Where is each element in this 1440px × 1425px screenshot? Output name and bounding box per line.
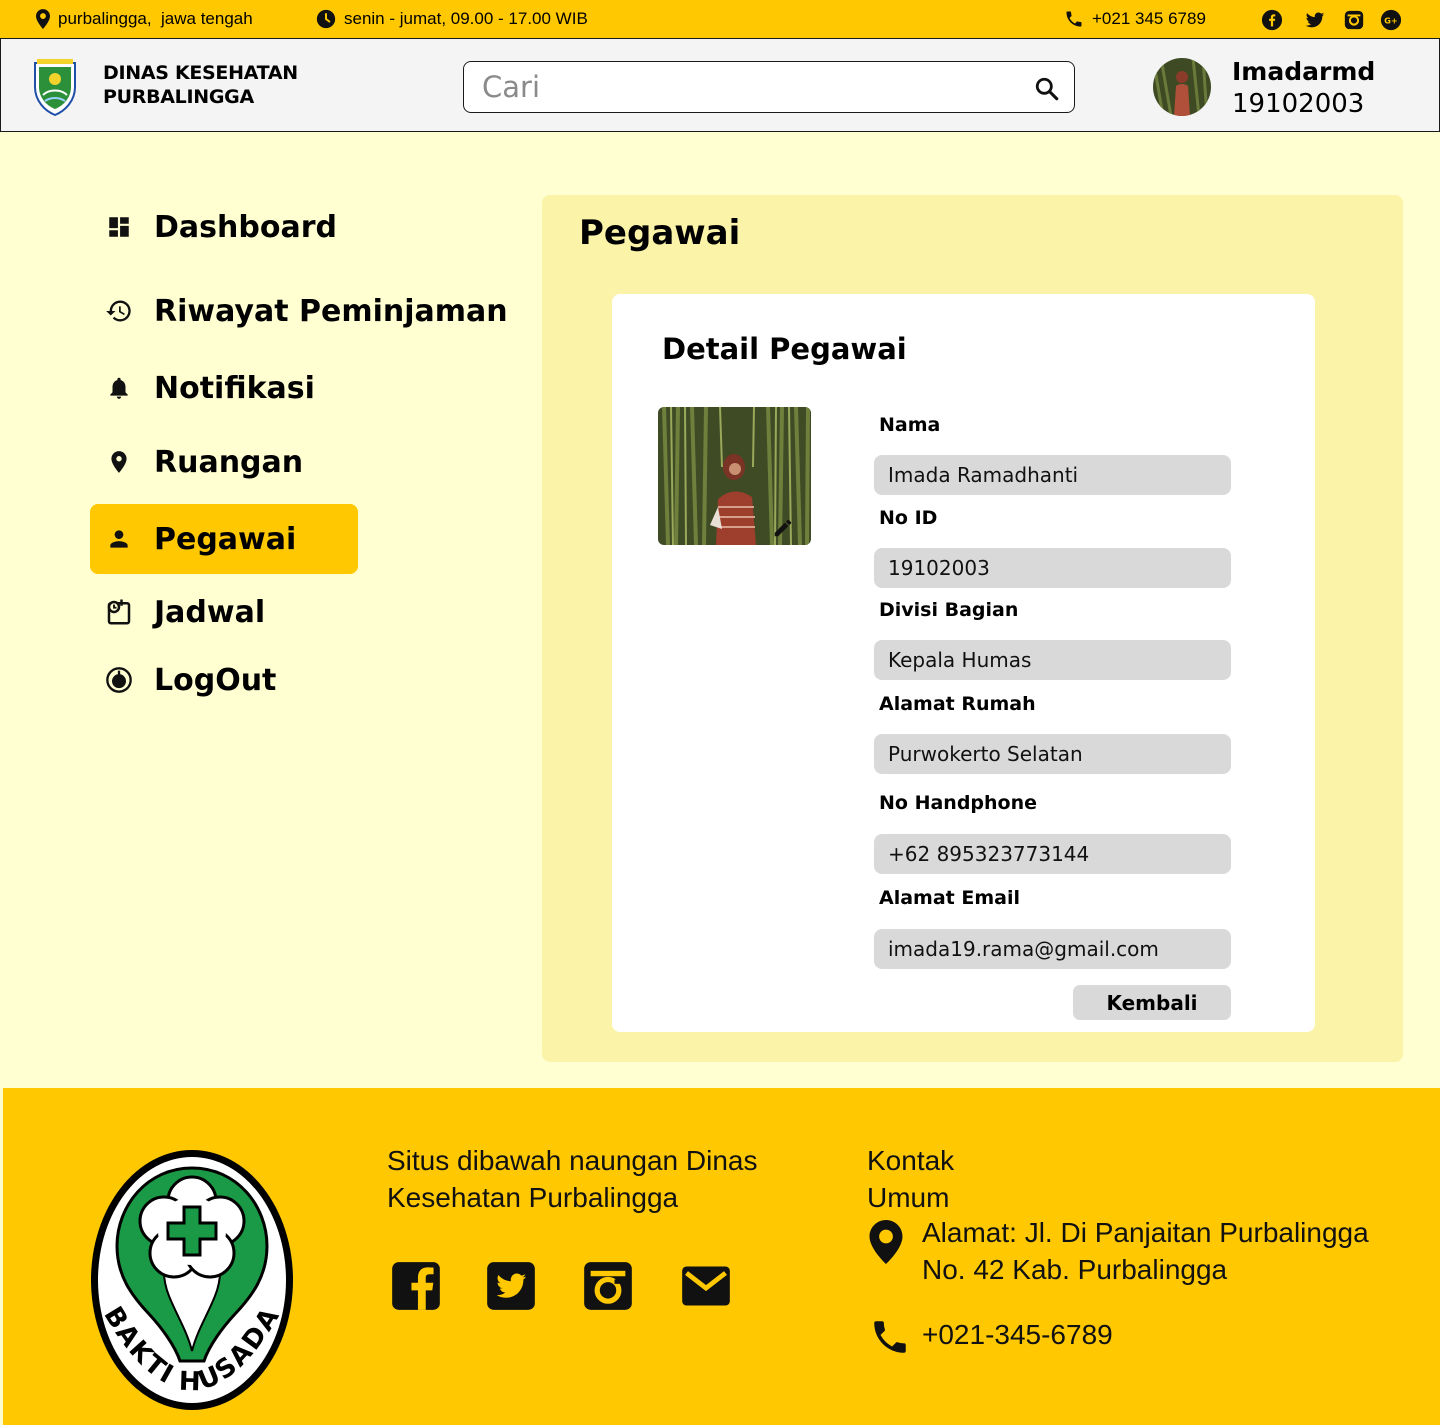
user-avatar[interactable] — [1153, 58, 1211, 116]
agency-name: DINAS KESEHATAN PURBALINGGA — [103, 61, 298, 109]
email-icon[interactable] — [680, 1260, 732, 1312]
sidebar-item-label: Notifikasi — [154, 370, 315, 406]
address-text: Alamat: Jl. Di Panjaitan Purbalingga No.… — [922, 1214, 1369, 1288]
field-label-nama: Nama — [879, 414, 941, 436]
location-text: purbalingga, jawa tengah — [58, 9, 253, 28]
user-id: 19102003 — [1232, 89, 1365, 119]
twitter-icon[interactable] — [1304, 9, 1326, 31]
employee-photo[interactable] — [658, 407, 811, 545]
about-line1: Situs dibawah naungan Dinas — [387, 1145, 758, 1176]
search-box — [463, 61, 1075, 113]
sidebar-item-pegawai[interactable]: Pegawai — [90, 504, 358, 574]
header: DINAS KESEHATAN PURBALINGGA Imadarmd 191… — [0, 39, 1440, 132]
sidebar-item-label: Riwayat Peminjaman — [154, 293, 508, 329]
field-label-no-handphone: No Handphone — [879, 792, 1038, 814]
location-pin-icon — [104, 447, 134, 477]
bakti-husada-emblem: BAKTI HUSADA — [91, 1150, 293, 1410]
google-plus-icon[interactable]: G+ — [1380, 9, 1402, 31]
sidebar-item-label: LogOut — [154, 662, 277, 698]
field-label-alamat-rumah: Alamat Rumah — [879, 693, 1036, 715]
footer: BAKTI HUSADA Situs dibawah naungan Dinas… — [3, 1088, 1440, 1425]
sidebar-item-label: Jadwal — [154, 594, 266, 630]
person-icon — [104, 524, 134, 554]
address-line2: No. 42 Kab. Purbalingga — [922, 1254, 1228, 1285]
main-panel: Pegawai Detail Pegawai Nama Imada Ramadh… — [542, 195, 1403, 1062]
instagram-icon[interactable] — [582, 1260, 634, 1312]
field-divisi: Kepala Humas — [874, 640, 1231, 680]
footer-phone: +021-345-6789 — [922, 1319, 1113, 1350]
page-title: Pegawai — [579, 213, 741, 253]
user-name: Imadarmd — [1232, 57, 1376, 86]
hours-text: senin - jumat, 09.00 - 17.00 WIB — [344, 9, 588, 28]
contact-line2: Umum — [867, 1182, 950, 1213]
instagram-icon[interactable] — [1343, 9, 1365, 31]
phone-text: +021 345 6789 — [1092, 9, 1206, 28]
sidebar-item-label: Ruangan — [154, 444, 304, 480]
contact-line1: Kontak — [867, 1145, 955, 1176]
facebook-icon[interactable] — [390, 1260, 442, 1312]
purbalingga-logo — [34, 59, 76, 117]
schedule-icon — [104, 597, 134, 627]
employee-detail-card: Detail Pegawai Nama Imada Ramadhanti No … — [612, 294, 1315, 1032]
facebook-icon[interactable] — [1261, 9, 1283, 31]
location-pin-icon — [869, 1220, 903, 1264]
sidebar-item-label: Pegawai — [154, 521, 297, 557]
field-label-no-id: No ID — [879, 507, 938, 529]
field-no-id: 19102003 — [874, 548, 1231, 588]
field-no-handphone: +62 895323773144 — [874, 834, 1231, 874]
power-icon — [104, 665, 134, 695]
field-nama: Imada Ramadhanti — [874, 455, 1231, 495]
sidebar-item-label: Dashboard — [154, 209, 337, 245]
agency-name-line1: DINAS KESEHATAN — [103, 62, 298, 84]
search-icon[interactable] — [1034, 76, 1060, 102]
field-label-email: Alamat Email — [879, 887, 1020, 909]
phone-icon — [1066, 11, 1082, 27]
hours-info: senin - jumat, 09.00 - 17.00 WIB — [316, 0, 588, 38]
history-icon — [104, 296, 134, 326]
clock-icon — [316, 9, 336, 29]
svg-text:G+: G+ — [1384, 16, 1398, 26]
field-alamat-rumah: Purwokerto Selatan — [874, 734, 1231, 774]
field-label-divisi: Divisi Bagian — [879, 599, 1019, 621]
address-line1: Alamat: Jl. Di Panjaitan Purbalingga — [922, 1217, 1369, 1248]
field-email: imada19.rama@gmail.com — [874, 929, 1231, 969]
search-input[interactable] — [482, 70, 1022, 104]
back-button[interactable]: Kembali — [1073, 985, 1231, 1020]
card-title: Detail Pegawai — [662, 332, 907, 366]
phone-info: +021 345 6789 — [1064, 0, 1206, 38]
phone-icon — [874, 1321, 906, 1353]
dashboard-icon — [104, 212, 134, 242]
about-text: Situs dibawah naungan Dinas Kesehatan Pu… — [387, 1142, 757, 1216]
bell-icon — [104, 373, 134, 403]
contact-heading: Kontak Umum — [867, 1142, 954, 1216]
top-info-bar: purbalingga, jawa tengah senin - jumat, … — [0, 0, 1440, 39]
location-pin-icon — [36, 9, 50, 29]
twitter-icon[interactable] — [485, 1260, 537, 1312]
location-info: purbalingga, jawa tengah — [36, 0, 253, 38]
edit-photo-icon[interactable] — [772, 517, 794, 539]
agency-name-line2: PURBALINGGA — [103, 86, 254, 108]
about-line2: Kesehatan Purbalingga — [387, 1182, 679, 1213]
